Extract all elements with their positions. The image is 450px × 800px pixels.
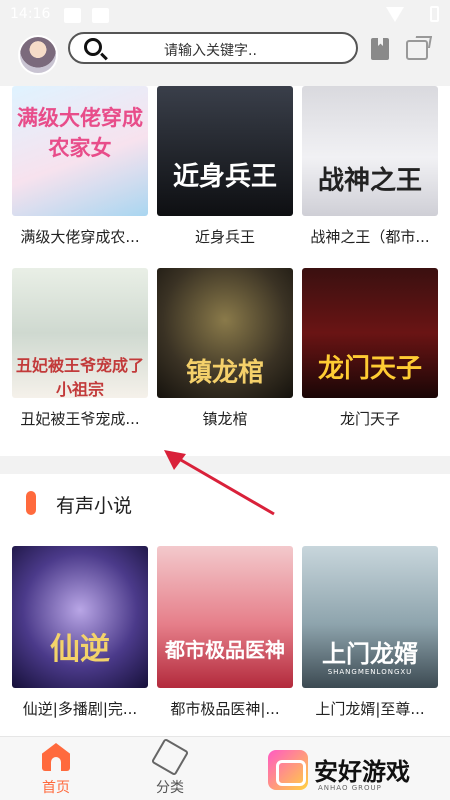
home-icon: [42, 743, 70, 771]
cover-title: 龙门天子: [317, 354, 422, 384]
book-cover: 满级大佬穿成农家女: [12, 86, 148, 216]
top-header: 请输入关键字..: [0, 30, 450, 86]
book-title: 丑妃被王爷宠成...: [20, 410, 140, 428]
status-bar: 14:16: [0, 0, 450, 30]
cube-icon: [150, 737, 190, 777]
cover-title: 丑妃被王爷宠成了小祖宗: [15, 356, 144, 398]
section-title: 有声小说: [56, 495, 133, 517]
search-bar[interactable]: 请输入关键字..: [68, 32, 358, 64]
book-cover: 镇龙棺: [157, 268, 293, 398]
book-cover: 上门龙婿 SHANGMENLONGXU: [302, 546, 438, 688]
cover-title: 仙逆: [50, 632, 110, 667]
watermark: 安好游戏 ANHAO GROUP: [262, 748, 450, 800]
bookshelf-icon[interactable]: [371, 38, 389, 60]
book-grid-card: 满级大佬穿成农家女 满级大佬穿成农... 近身兵王 近身兵王 战神之王 战神之王…: [0, 86, 450, 456]
cover-title: 镇龙棺: [185, 358, 264, 388]
book-title: 仙逆|多播剧|完...: [22, 700, 138, 718]
tab-category[interactable]: 分类: [140, 737, 200, 797]
book-item[interactable]: 满级大佬穿成农家女 满级大佬穿成农...: [12, 86, 148, 247]
book-item[interactable]: 龙门天子 龙门天子: [302, 268, 438, 429]
book-cover: 丑妃被王爷宠成了小祖宗: [12, 268, 148, 398]
book-title: 上门龙婿|至尊...: [315, 700, 425, 718]
watermark-subtext: ANHAO GROUP: [318, 784, 382, 792]
cover-title: 满级大佬穿成农家女: [17, 105, 143, 160]
home-content: 满级大佬穿成农家女 满级大佬穿成农... 近身兵王 近身兵王 战神之王 战神之王…: [0, 86, 450, 736]
tab-label: 首页: [42, 780, 70, 796]
book-title: 都市极品医神|...: [170, 700, 280, 718]
book-item[interactable]: 镇龙棺 镇龙棺: [157, 268, 293, 429]
watermark-text: 安好游戏: [314, 758, 410, 786]
annotation-arrow: [164, 450, 275, 516]
audiobook-item[interactable]: 都市极品医神 都市极品医神|...: [157, 546, 293, 719]
search-icon: [84, 38, 102, 56]
notification-icon: [92, 8, 109, 23]
book-item[interactable]: 战神之王 战神之王（都市...: [302, 86, 438, 247]
share-icon[interactable]: [406, 40, 428, 60]
book-cover: 仙逆: [12, 546, 148, 688]
book-title: 龙门天子: [339, 410, 400, 428]
book-cover: 战神之王: [302, 86, 438, 216]
audiobook-item[interactable]: 上门龙婿 SHANGMENLONGXU 上门龙婿|至尊...: [302, 546, 438, 719]
book-cover: 近身兵王: [157, 86, 293, 216]
cover-title: 战神之王: [317, 166, 422, 196]
user-avatar[interactable]: [18, 35, 58, 75]
book-title: 镇龙棺: [202, 410, 248, 428]
book-title: 近身兵王: [194, 228, 255, 246]
book-title: 满级大佬穿成农...: [20, 228, 140, 246]
book-title: 战神之王（都市...: [310, 228, 430, 246]
wifi-icon: [386, 7, 404, 22]
notification-icon: [64, 8, 81, 23]
search-placeholder: 请输入关键字..: [164, 43, 257, 59]
status-time: 14:16: [10, 6, 51, 22]
tab-label: 分类: [156, 780, 184, 796]
book-item[interactable]: 近身兵王 近身兵王: [157, 86, 293, 247]
book-cover: 都市极品医神: [157, 546, 293, 688]
cover-title: 都市极品医神: [165, 638, 285, 662]
audiobook-item[interactable]: 仙逆 仙逆|多播剧|完...: [12, 546, 148, 719]
book-item[interactable]: 丑妃被王爷宠成了小祖宗 丑妃被王爷宠成...: [12, 268, 148, 429]
battery-icon: [430, 6, 439, 22]
gamepad-logo-icon: [268, 750, 308, 790]
tab-home[interactable]: 首页: [26, 743, 86, 797]
cover-subtitle: SHANGMENLONGXU: [327, 668, 413, 676]
book-cover: 龙门天子: [302, 268, 438, 398]
cover-title: 近身兵王: [172, 162, 277, 192]
cover-title: 上门龙婿: [322, 639, 418, 668]
section-accent-bar: [26, 491, 36, 515]
